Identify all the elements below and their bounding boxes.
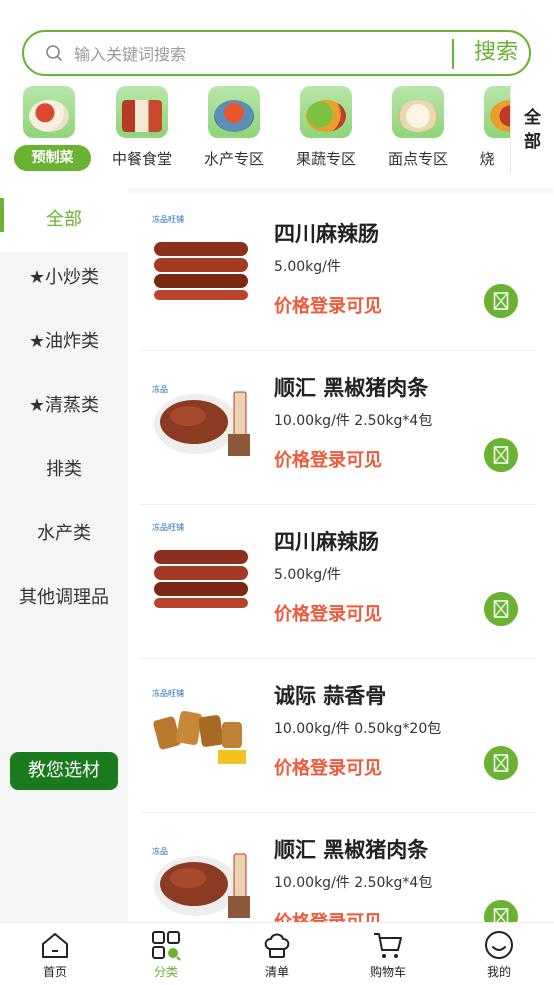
category-icon — [152, 931, 181, 961]
home-icon — [42, 933, 68, 958]
category-all-label-1: 全 — [524, 108, 541, 128]
product-price: 价格登录可见 — [274, 758, 382, 779]
tab-bar: 首页 分类 清单 购物车 我的 — [0, 922, 554, 985]
product-spec: 5.00kg/件 — [274, 567, 341, 583]
garlic-ribs-image: 冻品旺铺 — [148, 672, 254, 768]
add-to-cart-icon[interactable] — [484, 592, 518, 626]
smiley-icon — [485, 931, 513, 959]
category-grill[interactable]: 烧 — [464, 84, 510, 184]
tab-home[interactable]: 首页 — [0, 923, 110, 985]
product-spec: 10.00kg/件 2.50kg*4包 — [274, 413, 433, 429]
add-to-cart-icon[interactable] — [484, 438, 518, 472]
svg-text:冻品旺铺: 冻品旺铺 — [152, 522, 184, 532]
cart-icon — [374, 933, 402, 958]
category-all-button[interactable]: 全 部 — [510, 84, 554, 172]
product-name: 四川麻辣肠 — [274, 222, 379, 246]
product-card[interactable]: 冻品旺铺 四川麻辣肠 5.00kg/件 价格登录可见 — [140, 196, 536, 351]
search-bar: 搜索 — [22, 30, 531, 76]
tab-label: 购物车 — [369, 965, 406, 979]
guide-button[interactable]: 教您选材 — [10, 752, 118, 790]
pork-strips-image: 冻品 — [148, 364, 254, 460]
product-card[interactable]: 冻品旺铺 四川麻辣肠 5.00kg/件 价格登录可见 — [140, 504, 536, 659]
chef-hat-icon — [264, 933, 290, 958]
tab-category[interactable]: 分类 — [111, 923, 221, 985]
buns-icon — [392, 86, 444, 138]
product-spec: 10.00kg/件 0.50kg*20包 — [274, 721, 442, 737]
product-name: 顺汇 黑椒猪肉条 — [274, 838, 429, 862]
category-vegetables[interactable]: 果蔬专区 — [280, 84, 372, 184]
sidebar-item-all[interactable]: 全部 — [0, 188, 128, 252]
svg-text:冻品: 冻品 — [152, 846, 168, 856]
sidebar-item-fried[interactable]: ★油炸类 — [0, 310, 128, 374]
tab-list[interactable]: 清单 — [222, 923, 332, 985]
sidebar-item-stir-fry[interactable]: ★小炒类 — [0, 246, 128, 310]
search-button[interactable]: 搜索 — [460, 32, 532, 74]
category-label: 预制菜 — [14, 145, 91, 171]
product-card[interactable]: 冻品 顺汇 黑椒猪肉条 10.00kg/件 2.50kg*4包 价格登录可见 — [140, 350, 536, 505]
category-label: 果蔬专区 — [295, 150, 356, 168]
category-chinese-canteen[interactable]: 中餐食堂 — [96, 84, 188, 184]
sidebar-item-other[interactable]: 其他调理品 — [0, 566, 128, 630]
category-all-label-2: 部 — [524, 132, 541, 152]
product-spec: 5.00kg/件 — [274, 259, 341, 275]
product-name: 顺汇 黑椒猪肉条 — [274, 376, 429, 400]
sidebar-item-steamed[interactable]: ★清蒸类 — [0, 374, 128, 438]
product-price: 价格登录可见 — [274, 450, 382, 471]
vegetables-icon — [300, 86, 352, 138]
category-label: 烧 — [479, 150, 495, 168]
search-icon — [46, 45, 63, 62]
sausage-image: 冻品旺铺 — [148, 518, 254, 614]
product-name: 四川麻辣肠 — [274, 530, 379, 554]
tab-label: 我的 — [486, 965, 511, 979]
tab-mine[interactable]: 我的 — [444, 923, 554, 985]
category-buns[interactable]: 面点专区 — [372, 84, 464, 184]
category-strip: 预制菜 中餐食堂 水产专区 果蔬专区 面点专区 烧 全 部 — [0, 84, 554, 188]
svg-text:冻品: 冻品 — [152, 384, 168, 394]
product-price: 价格登录可见 — [274, 296, 382, 317]
sausage-image: 冻品旺铺 — [148, 210, 254, 306]
product-name: 诚际 蒜香骨 — [274, 684, 387, 708]
add-to-cart-icon[interactable] — [484, 284, 518, 318]
category-label: 中餐食堂 — [111, 150, 172, 168]
search-divider — [452, 39, 454, 69]
product-card[interactable]: 冻品旺铺 诚际 蒜香骨 10.00kg/件 0.50kg*20包 价格登录可见 — [140, 658, 536, 813]
bento-box-icon — [116, 86, 168, 138]
category-prepared-dish[interactable]: 预制菜 — [3, 84, 95, 184]
svg-text:冻品旺铺: 冻品旺铺 — [152, 214, 184, 224]
add-to-cart-icon[interactable] — [484, 746, 518, 780]
sidebar-item-ribs[interactable]: 排类 — [0, 438, 128, 502]
sidebar: 全部 ★小炒类 ★油炸类 ★清蒸类 排类 水产类 其他调理品 教您选材 — [0, 188, 128, 922]
tab-label: 清单 — [264, 965, 289, 979]
search-input[interactable] — [74, 42, 444, 66]
tab-label: 首页 — [42, 965, 67, 979]
category-label: 水产专区 — [203, 150, 264, 168]
grill-icon — [484, 86, 510, 138]
tab-cart[interactable]: 购物车 — [333, 923, 443, 985]
product-price: 价格登录可见 — [274, 604, 382, 625]
svg-text:冻品旺铺: 冻品旺铺 — [152, 688, 184, 698]
category-seafood[interactable]: 水产专区 — [188, 84, 280, 184]
category-label: 面点专区 — [387, 150, 448, 168]
sidebar-item-seafood[interactable]: 水产类 — [0, 502, 128, 566]
seafood-icon — [208, 86, 260, 138]
prepared-dish-icon — [23, 86, 75, 138]
tab-label: 分类 — [153, 965, 178, 979]
pork-strips-image: 冻品 — [148, 826, 254, 922]
product-spec: 10.00kg/件 2.50kg*4包 — [274, 875, 433, 891]
